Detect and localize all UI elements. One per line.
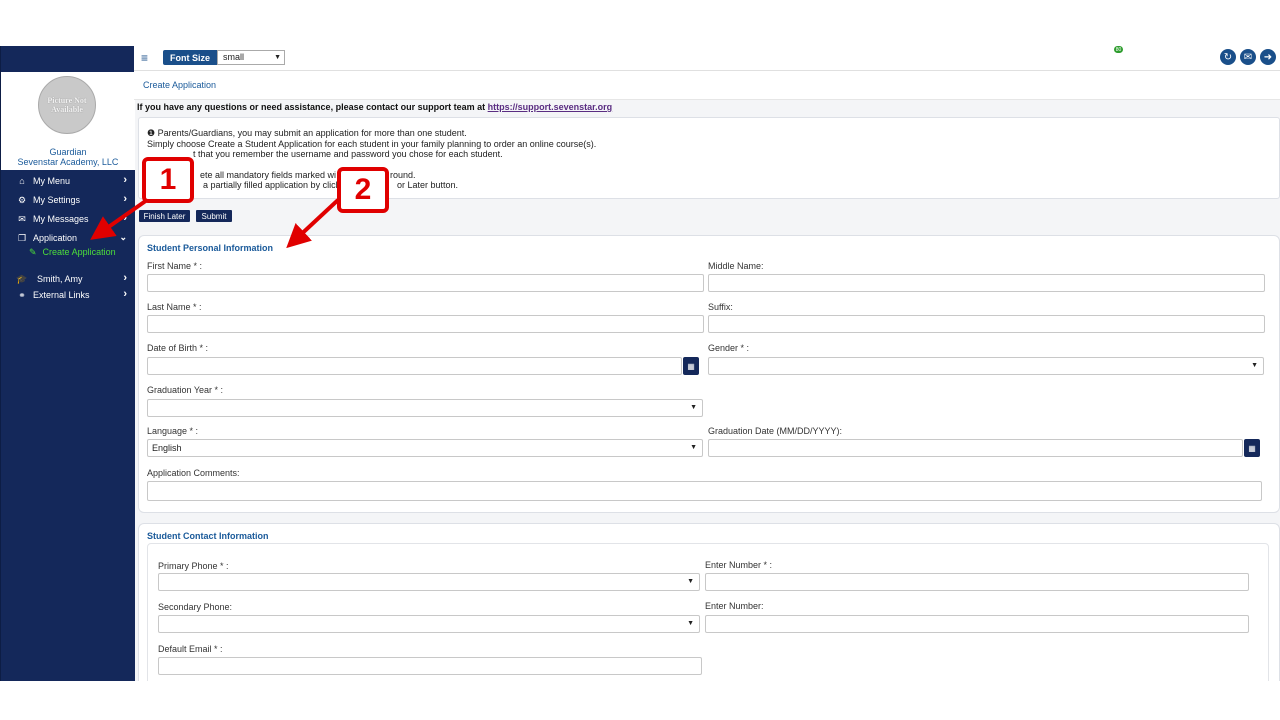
callout-arrow-1: [90, 198, 149, 240]
callout-arrow-2: [286, 198, 340, 249]
callout-1: 1: [142, 157, 194, 203]
callout-2: 2: [337, 167, 389, 213]
annotation-overlay: [90, 198, 340, 249]
